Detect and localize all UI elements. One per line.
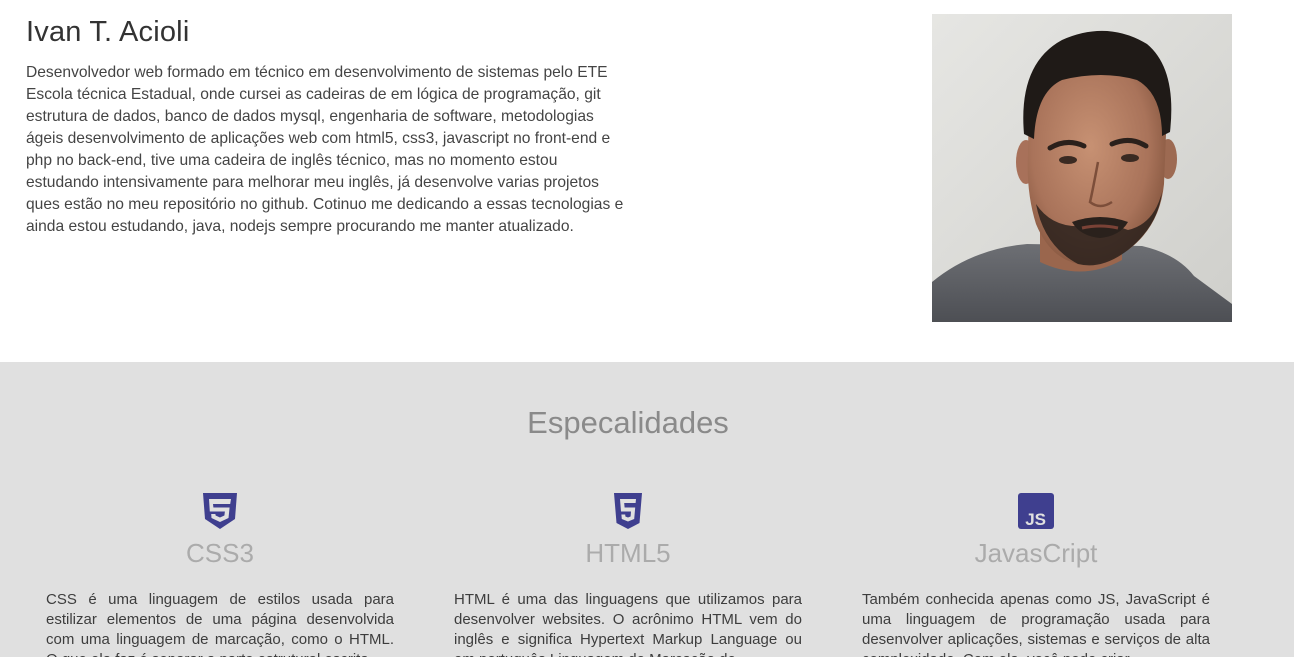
javascript-icon-badge: JS — [1025, 510, 1046, 529]
about-section: Ivan T. Acioli Desenvolvedor web formado… — [0, 0, 1294, 362]
skill-card-javascript: JS JavasCript Também conhecida apenas co… — [862, 492, 1210, 657]
skill-description-css3: CSS é uma linguagem de estilos usada par… — [46, 591, 394, 657]
profile-name: Ivan T. Acioli — [26, 16, 190, 48]
skill-description-javascript: Também conhecida apenas como JS, JavaScr… — [862, 591, 1210, 657]
skill-card-html5: HTML5 HTML é uma das linguagens que util… — [454, 492, 802, 657]
skill-description-html5: HTML é uma das linguagens que utilizamos… — [454, 591, 802, 657]
profile-photo — [932, 14, 1232, 322]
profile-photo-image — [932, 14, 1232, 322]
html5-icon — [614, 493, 642, 529]
profile-bio: Desenvolvedor web formado em técnico em … — [26, 64, 624, 235]
skills-title: Especalidades — [527, 405, 729, 440]
skills-section: Especalidades CSS3 CSS é uma linguagem d… — [0, 362, 1294, 657]
skill-card-css3: CSS3 CSS é uma linguagem de estilos usad… — [46, 492, 394, 657]
javascript-icon: JS — [1018, 493, 1054, 529]
skill-name-html5: HTML5 — [585, 538, 671, 568]
css3-icon — [203, 493, 237, 529]
skill-name-javascript: JavasCript — [974, 538, 1098, 568]
skill-name-css3: CSS3 — [186, 538, 254, 568]
